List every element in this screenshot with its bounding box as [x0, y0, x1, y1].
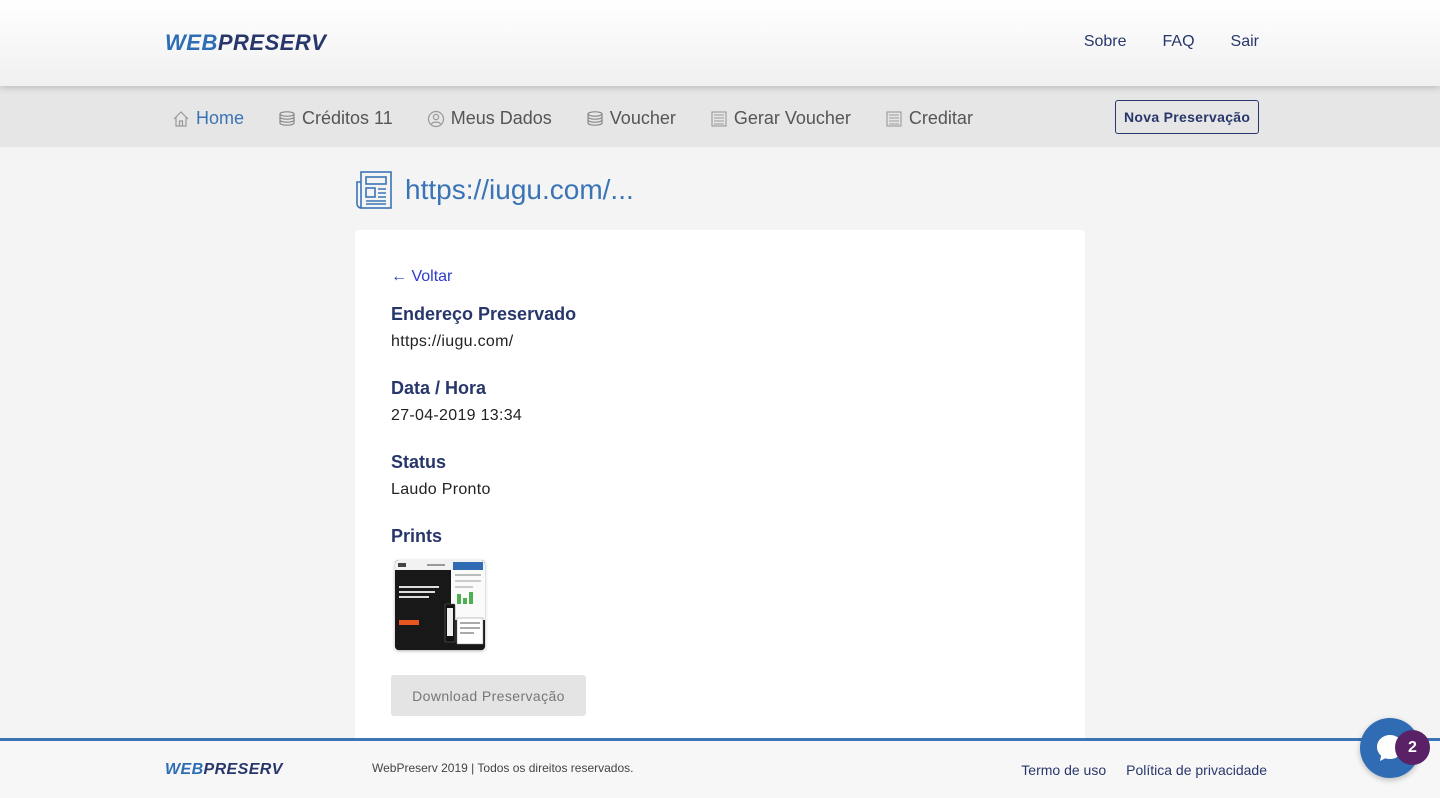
nav-item-creditos[interactable]: Créditos 11 — [278, 108, 393, 129]
nav-item-label: Créditos 11 — [302, 108, 393, 128]
field-value: Laudo Pronto — [391, 481, 491, 498]
footer-logo[interactable]: WEBPRESERV — [165, 761, 283, 779]
logo[interactable]: WEBPRESERV — [165, 30, 326, 56]
nav-item-label: Meus Dados — [450, 108, 552, 128]
chat-unread-badge: 2 — [1395, 730, 1430, 765]
field-label: Prints — [391, 526, 443, 546]
top-link-faq[interactable]: FAQ — [1163, 33, 1195, 51]
nav-item-label: Creditar — [908, 108, 973, 128]
print-thumbnail[interactable] — [395, 560, 485, 650]
coins-icon — [279, 110, 295, 126]
document-icon — [711, 110, 727, 127]
field-value: 27-04-2019 13:34 — [391, 407, 523, 424]
logo-part-web: WEB — [165, 30, 218, 55]
field-value: https://iugu.com/ — [391, 333, 514, 350]
field-data-hora: Data / Hora 27-04-2019 13:34 — [391, 378, 522, 425]
nav-item-voucher[interactable]: Voucher — [586, 108, 676, 129]
print-thumbnail-image — [395, 560, 485, 650]
top-links: Sobre FAQ Sair — [1084, 33, 1259, 51]
nav-item-label: Home — [196, 108, 245, 128]
page-title: https://iugu.com/... — [355, 170, 634, 210]
document-icon — [886, 110, 902, 127]
back-link[interactable]: ← Voltar — [391, 268, 452, 286]
field-label: Status — [391, 452, 447, 472]
nav-item-creditar[interactable]: Creditar — [885, 108, 973, 129]
nova-preservacao-button[interactable]: Nova Preservação — [1115, 100, 1260, 134]
nav-item-label: Gerar Voucher — [733, 108, 851, 128]
preservation-card: ← Voltar Endereço Preservado https://iug… — [355, 230, 1085, 750]
field-endereco: Endereço Preservado https://iugu.com/ — [391, 304, 576, 351]
field-status: Status Laudo Pronto — [391, 452, 491, 499]
user-icon — [427, 110, 444, 127]
top-link-sobre[interactable]: Sobre — [1084, 33, 1127, 51]
newspaper-icon — [356, 171, 392, 209]
logo-part-preserv: PRESERV — [217, 30, 327, 55]
home-icon — [173, 110, 189, 127]
footer: WEBPRESERV WebPreserv 2019 | Todos os di… — [0, 738, 1440, 798]
field-label: Endereço Preservado — [391, 304, 577, 324]
top-header: WEBPRESERV Sobre FAQ Sair — [0, 0, 1440, 86]
footer-link-termo[interactable]: Termo de uso — [1021, 762, 1106, 778]
coins-icon — [587, 110, 603, 126]
download-preservacao-button[interactable]: Download Preservação — [391, 675, 586, 716]
nav-bar: Home Créditos 11 Meus Dados Voucher Gera… — [0, 86, 1440, 147]
nav-item-home[interactable]: Home — [172, 108, 244, 129]
logo-part-preserv: PRESERV — [203, 761, 283, 778]
footer-links: Termo de uso Política de privacidade — [1021, 762, 1267, 778]
logo-part-web: WEB — [165, 761, 204, 778]
copyright: WebPreserv 2019 | Todos os direitos rese… — [372, 761, 634, 775]
footer-link-privacidade[interactable]: Política de privacidade — [1126, 762, 1267, 778]
field-prints: Prints — [391, 526, 442, 555]
page-title-text: https://iugu.com/... — [405, 174, 634, 205]
nav-items: Home Créditos 11 Meus Dados Voucher Gera… — [172, 108, 973, 129]
nav-item-meus-dados[interactable]: Meus Dados — [427, 108, 552, 129]
nav-item-gerar-voucher[interactable]: Gerar Voucher — [710, 108, 851, 129]
field-label: Data / Hora — [391, 378, 487, 398]
nav-item-label: Voucher — [609, 108, 676, 128]
top-link-sair[interactable]: Sair — [1231, 33, 1259, 51]
